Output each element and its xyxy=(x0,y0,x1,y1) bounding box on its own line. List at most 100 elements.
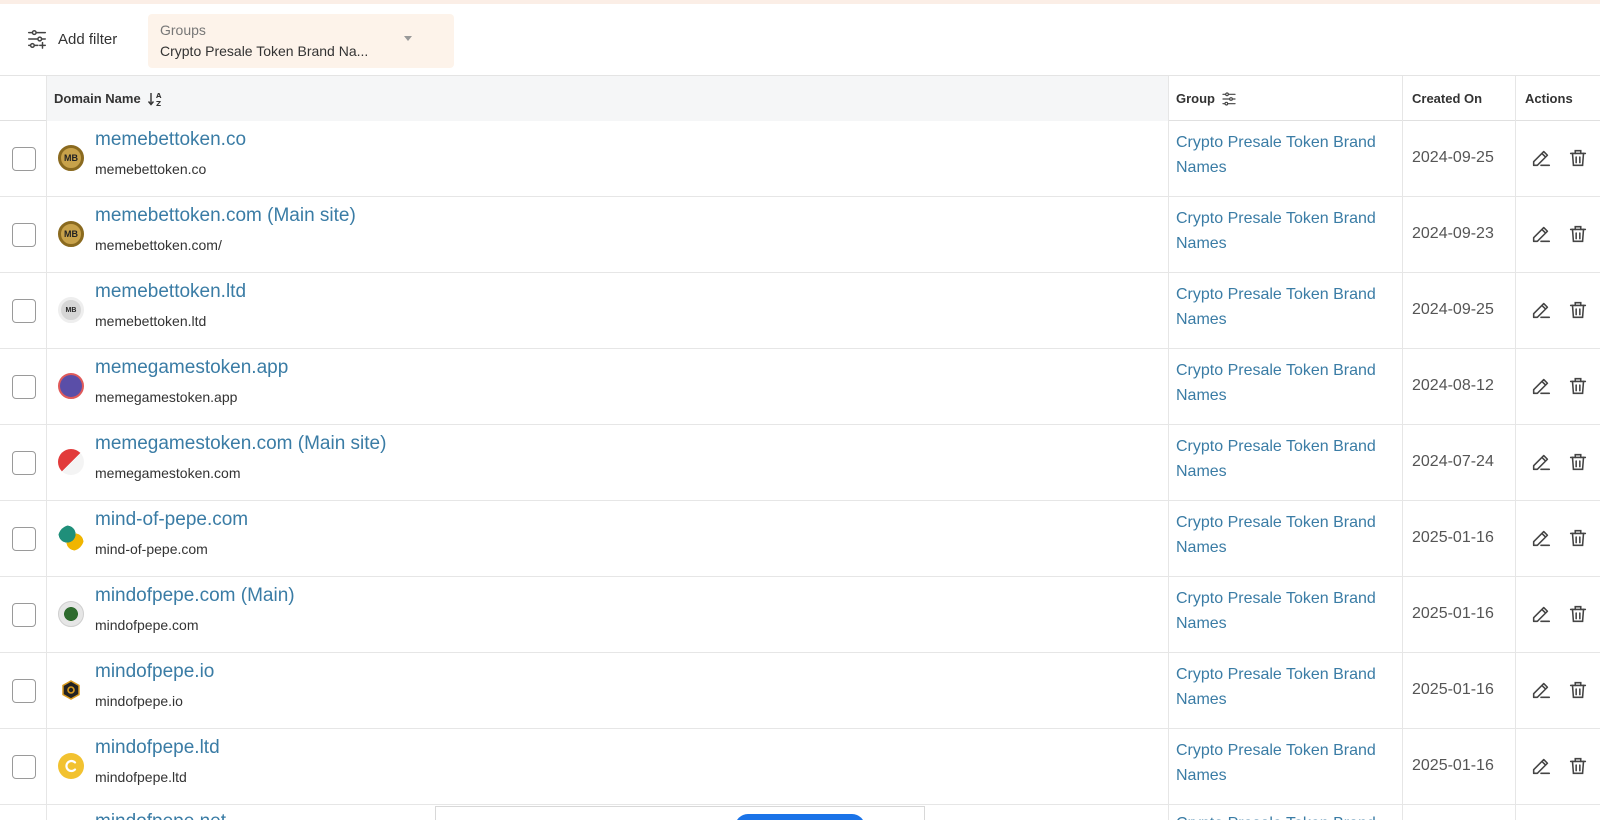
domain-title-link[interactable]: memebettoken.com (Main site) xyxy=(95,205,356,227)
domain-title-link[interactable]: mind-of-pepe.com xyxy=(95,509,248,531)
domain-url: mindofpepe.com xyxy=(95,617,199,633)
row-checkbox[interactable] xyxy=(12,147,36,171)
row-checkbox[interactable] xyxy=(12,527,36,551)
group-filter-icon[interactable] xyxy=(1221,91,1237,107)
add-filter-button[interactable]: Add filter xyxy=(26,28,117,50)
row-checkbox[interactable] xyxy=(12,223,36,247)
groups-chip-value: Crypto Presale Token Brand Na... xyxy=(160,43,369,59)
trash-icon[interactable] xyxy=(1567,299,1589,321)
table-body: MB memebettoken.co memebettoken.co Crypt… xyxy=(0,121,1600,820)
domain-url: mind-of-pepe.com xyxy=(95,541,208,557)
row-checkbox[interactable] xyxy=(12,755,36,779)
table-row: mind-of-pepe.com mind-of-pepe.com Crypto… xyxy=(0,501,1600,577)
filter-sliders-icon xyxy=(28,30,46,49)
row-checkbox[interactable] xyxy=(12,375,36,399)
column-header-group-label: Group xyxy=(1176,91,1215,106)
edit-icon[interactable] xyxy=(1530,603,1552,625)
site-favicon-icon: MB xyxy=(58,221,84,247)
site-favicon-icon xyxy=(58,373,84,399)
table-row: MB memebettoken.com (Main site) memebett… xyxy=(0,197,1600,273)
filter-bar: Add filter Groups Crypto Presale Token B… xyxy=(0,4,1600,76)
chevron-down-icon[interactable] xyxy=(404,36,412,41)
table-row: MB memebettoken.ltd memebettoken.ltd Cry… xyxy=(0,273,1600,349)
created-date: 2024-09-25 xyxy=(1412,149,1494,166)
group-link[interactable]: Crypto Presale Token Brand Names xyxy=(1176,510,1396,560)
column-header-domain[interactable]: Domain Name A Z xyxy=(46,76,1168,121)
domain-title-link[interactable]: mindofpepe.io xyxy=(95,661,214,683)
trash-icon[interactable] xyxy=(1567,603,1589,625)
domain-title-link[interactable]: mindofpepe.net xyxy=(95,811,226,820)
edit-icon[interactable] xyxy=(1530,451,1552,473)
group-link[interactable]: Crypto Presale Token Brand Names xyxy=(1176,282,1396,332)
domain-title-link[interactable]: mindofpepe.ltd xyxy=(95,737,220,759)
created-date: 2025-01-16 xyxy=(1412,757,1494,774)
table-row: mindofpepe.com (Main) mindofpepe.com Cry… xyxy=(0,577,1600,653)
domains-table: Domain Name A Z Group Created On Actions xyxy=(0,76,1600,820)
site-favicon-icon xyxy=(58,601,84,627)
edit-icon[interactable] xyxy=(1530,375,1552,397)
column-divider xyxy=(1402,76,1403,820)
group-link[interactable]: Crypto Presale Token Brand Names xyxy=(1176,434,1396,484)
column-header-group[interactable]: Group xyxy=(1168,76,1402,121)
domain-title-link[interactable]: memegamestoken.app xyxy=(95,357,288,379)
trash-icon[interactable] xyxy=(1567,679,1589,701)
trash-icon[interactable] xyxy=(1567,451,1589,473)
edit-icon[interactable] xyxy=(1530,527,1552,549)
edit-icon[interactable] xyxy=(1530,679,1552,701)
domain-url: memebettoken.ltd xyxy=(95,313,207,329)
row-checkbox[interactable] xyxy=(12,679,36,703)
created-date: 2024-09-25 xyxy=(1412,301,1494,318)
edit-icon[interactable] xyxy=(1530,147,1552,169)
domain-url: mindofpepe.ltd xyxy=(95,769,187,785)
group-link[interactable]: Crypto Presale Token Brand Names xyxy=(1176,206,1396,256)
groups-filter-chip[interactable]: Groups Crypto Presale Token Brand Na... xyxy=(148,14,454,68)
edit-icon[interactable] xyxy=(1530,755,1552,777)
created-date: 2025-01-16 xyxy=(1412,681,1494,698)
row-checkbox[interactable] xyxy=(12,299,36,323)
domain-title-link[interactable]: mindofpepe.com (Main) xyxy=(95,585,295,607)
table-row: memegamestoken.com (Main site) memegames… xyxy=(0,425,1600,501)
table-row: MB memebettoken.co memebettoken.co Crypt… xyxy=(0,121,1600,197)
add-filter-label: Add filter xyxy=(58,30,118,48)
sort-az-icon[interactable]: A Z xyxy=(147,91,163,107)
column-header-created[interactable]: Created On xyxy=(1402,76,1515,121)
trash-icon[interactable] xyxy=(1567,223,1589,245)
row-checkbox[interactable] xyxy=(12,603,36,627)
bottom-popup-button[interactable] xyxy=(735,814,865,820)
created-date: 2024-09-23 xyxy=(1412,225,1494,242)
column-header-created-label: Created On xyxy=(1412,91,1483,106)
site-favicon-icon xyxy=(58,449,84,475)
domain-title-link[interactable]: memebettoken.ltd xyxy=(95,281,246,303)
group-link[interactable]: Crypto Presale Token Brand Names xyxy=(1176,662,1396,712)
group-link[interactable]: Crypto Presale Token Brand Names xyxy=(1176,130,1396,180)
group-link[interactable]: Crypto Presale Token Brand xyxy=(1176,811,1396,820)
domain-url: memebettoken.com/ xyxy=(95,237,222,253)
created-date: 2025-01-16 xyxy=(1412,529,1494,546)
trash-icon[interactable] xyxy=(1567,755,1589,777)
table-row: mindofpepe.ltd mindofpepe.ltd Crypto Pre… xyxy=(0,729,1600,805)
edit-icon[interactable] xyxy=(1530,299,1552,321)
group-link[interactable]: Crypto Presale Token Brand Names xyxy=(1176,358,1396,408)
domain-url: mindofpepe.io xyxy=(95,693,183,709)
trash-icon[interactable] xyxy=(1567,147,1589,169)
trash-icon[interactable] xyxy=(1567,527,1589,549)
column-divider xyxy=(1168,76,1169,820)
favicon-text: MB xyxy=(65,306,77,314)
row-checkbox[interactable] xyxy=(12,451,36,475)
domain-title-link[interactable]: memegamestoken.com (Main site) xyxy=(95,433,386,455)
favicon-text: MB xyxy=(64,229,78,239)
domain-url: memegamestoken.com xyxy=(95,465,241,481)
group-link[interactable]: Crypto Presale Token Brand Names xyxy=(1176,738,1396,788)
table-row: mindofpepe.io mindofpepe.io Crypto Presa… xyxy=(0,653,1600,729)
table-header: Domain Name A Z Group Created On Actions xyxy=(0,76,1600,121)
domain-title-link[interactable]: memebettoken.co xyxy=(95,129,246,151)
column-header-actions: Actions xyxy=(1515,76,1600,121)
trash-icon[interactable] xyxy=(1567,375,1589,397)
column-divider xyxy=(46,76,47,820)
edit-icon[interactable] xyxy=(1530,223,1552,245)
group-link[interactable]: Crypto Presale Token Brand Names xyxy=(1176,586,1396,636)
site-favicon-icon xyxy=(58,677,84,703)
site-favicon-icon: MB xyxy=(58,145,84,171)
svg-text:Z: Z xyxy=(156,100,161,107)
domain-url: memegamestoken.app xyxy=(95,389,238,405)
